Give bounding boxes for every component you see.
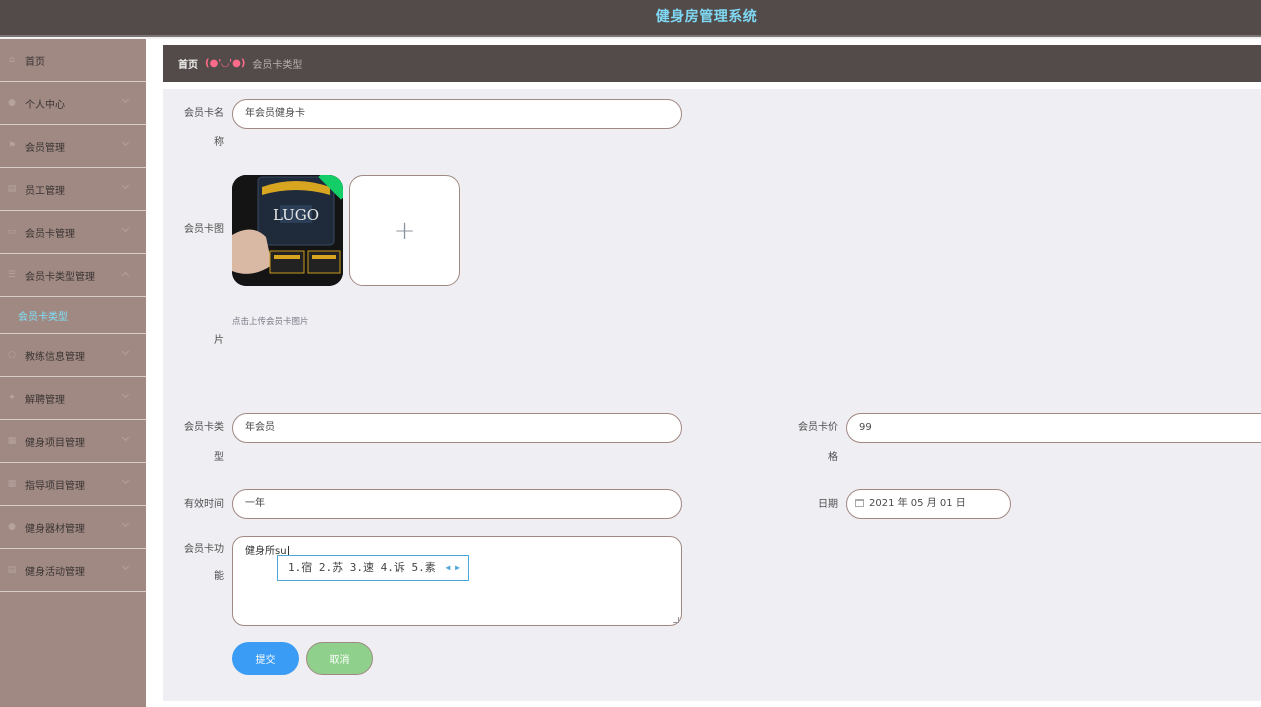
user-icon: ● — [8, 98, 16, 108]
sidebar-item-cards[interactable]: ▭ 会员卡管理 — [0, 211, 146, 254]
sidebar-item-label: 会员管理 — [25, 142, 65, 154]
chevron-down-icon — [121, 476, 130, 485]
svg-text:LUGO: LUGO — [273, 206, 319, 224]
card-function-label-wrap: 能 — [214, 571, 224, 582]
sidebar-item-equipment[interactable]: ● 健身器材管理 — [0, 506, 146, 549]
top-bar: 健身房管理系统 — [0, 0, 1261, 37]
sidebar-item-label: 教练信息管理 — [25, 351, 85, 363]
main-content: 首页 (●'◡'●) 会员卡类型 会员卡名 称 年会员健身卡 会员卡图 片 LU… — [146, 39, 1261, 707]
card-type-input[interactable]: 年会员 — [232, 413, 682, 443]
sidebar-item-label: 指导项目管理 — [25, 480, 85, 492]
sidebar-item-label: 解聘管理 — [25, 394, 65, 406]
ime-page-arrows-icon[interactable]: ◀ ▶ — [446, 556, 460, 580]
card-type-form: 会员卡名 称 年会员健身卡 会员卡图 片 LUGO + 点击上传会员卡图片 会员… — [163, 89, 1261, 701]
card-name-label: 会员卡名 — [184, 108, 224, 119]
validity-input[interactable]: 一年 — [232, 489, 682, 519]
breadcrumb-current: 会员卡类型 — [252, 60, 303, 71]
sidebar-item-coaches[interactable]: ○ 教练信息管理 — [0, 334, 146, 377]
card-function-textarea[interactable]: 健身所su — [232, 536, 682, 626]
card-image-picture: LUGO — [232, 175, 343, 286]
image-upload-button[interactable]: + — [349, 175, 460, 286]
sidebar-item-label: 健身器材管理 — [25, 523, 85, 535]
calendar-icon — [855, 499, 864, 507]
list-icon: ▤ — [7, 184, 17, 194]
chevron-down-icon — [121, 181, 130, 190]
sidebar-item-guidance-projects[interactable]: ▦ 指导项目管理 — [0, 463, 146, 506]
circle-icon: ○ — [8, 350, 16, 360]
breadcrumb: 首页 (●'◡'●) 会员卡类型 — [163, 45, 1261, 82]
sidebar-item-profile[interactable]: ● 个人中心 — [0, 82, 146, 125]
sidebar: ⌂ 首页 ● 个人中心 ⚑ 会员管理 ▤ 员工管理 ▭ 会员卡管理 ☰ 会员卡类… — [0, 39, 146, 707]
sidebar-item-label: 会员卡类型管理 — [25, 271, 95, 283]
chevron-down-icon — [121, 433, 130, 442]
flag-icon: ⚑ — [7, 141, 17, 151]
sidebar-item-card-types[interactable]: ☰ 会员卡类型管理 — [0, 254, 146, 297]
sidebar-item-activities[interactable]: ▤ 健身活动管理 — [0, 549, 146, 592]
chevron-down-icon — [121, 562, 130, 571]
date-label: 日期 — [818, 499, 838, 510]
list-icon: ▤ — [7, 565, 17, 575]
plus-icon: + — [393, 215, 416, 246]
home-icon: ⌂ — [9, 55, 15, 65]
chevron-down-icon — [121, 95, 130, 104]
card-price-label: 会员卡价 — [798, 422, 838, 433]
chevron-down-icon — [121, 390, 130, 399]
doc-icon: ▦ — [7, 436, 17, 446]
user-icon: ● — [8, 522, 16, 532]
date-picker[interactable]: 2021 年 05 月 01 日 — [846, 489, 1011, 519]
card-function-label: 会员卡功 — [184, 544, 224, 555]
chevron-down-icon — [121, 347, 130, 356]
sidebar-item-label: 会员卡管理 — [25, 228, 75, 240]
card-image-thumbnail[interactable]: LUGO — [232, 175, 343, 286]
chevron-down-icon — [121, 224, 130, 233]
date-value: 2021 年 05 月 01 日 — [869, 498, 966, 509]
sidebar-item-dismissal[interactable]: ✦ 解聘管理 — [0, 377, 146, 420]
resize-handle-icon[interactable] — [673, 617, 679, 623]
breadcrumb-separator: (●'◡'●) — [205, 58, 246, 69]
menu-icon: ☰ — [7, 270, 17, 280]
star-icon: ✦ — [8, 393, 16, 403]
breadcrumb-home[interactable]: 首页 — [178, 56, 198, 71]
upload-tip: 点击上传会员卡图片 — [232, 317, 309, 327]
card-name-label-wrap: 称 — [214, 137, 224, 148]
chevron-up-icon — [121, 271, 130, 280]
chevron-down-icon — [121, 138, 130, 147]
card-price-label-wrap: 格 — [828, 452, 838, 463]
card-price-input[interactable]: 99 — [846, 413, 1261, 443]
card-type-label: 会员卡类 — [184, 422, 224, 433]
doc-icon: ▦ — [7, 479, 17, 489]
card-name-input[interactable]: 年会员健身卡 — [232, 99, 682, 129]
sidebar-item-staff[interactable]: ▤ 员工管理 — [0, 168, 146, 211]
card-type-label-wrap: 型 — [214, 452, 224, 463]
sidebar-item-label: 个人中心 — [25, 99, 65, 111]
sidebar-item-label: 员工管理 — [25, 185, 65, 197]
validity-label: 有效时间 — [184, 499, 224, 510]
chevron-down-icon — [121, 519, 130, 528]
sidebar-item-home[interactable]: ⌂ 首页 — [0, 39, 146, 82]
card-image-label-wrap: 片 — [214, 335, 224, 346]
app-title: 健身房管理系统 — [655, 9, 758, 25]
sidebar-item-fitness-projects[interactable]: ▦ 健身项目管理 — [0, 420, 146, 463]
sidebar-item-members[interactable]: ⚑ 会员管理 — [0, 125, 146, 168]
card-image-label: 会员卡图 — [184, 224, 224, 235]
sidebar-subitem-card-type[interactable]: 会员卡类型 — [0, 297, 146, 334]
sidebar-item-label: 健身活动管理 — [25, 566, 85, 578]
sidebar-item-label: 健身项目管理 — [25, 437, 85, 449]
card-icon: ▭ — [7, 227, 17, 237]
sidebar-item-label: 首页 — [25, 56, 45, 68]
cancel-button[interactable]: 取消 — [306, 642, 373, 675]
ime-candidate-popup[interactable]: 1.宿 2.苏 3.速 4.诉 5.素 ◀ ▶ — [277, 555, 469, 581]
ime-candidates[interactable]: 1.宿 2.苏 3.速 4.诉 5.素 — [288, 561, 436, 574]
submit-button[interactable]: 提交 — [232, 642, 299, 675]
